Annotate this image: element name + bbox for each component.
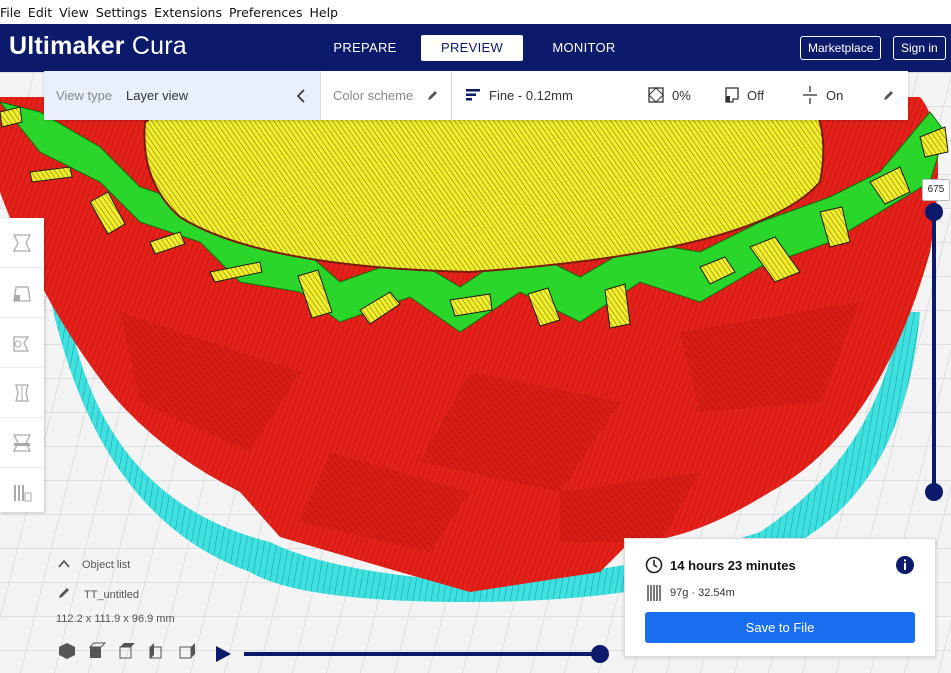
menu-extensions[interactable]: Extensions bbox=[154, 5, 222, 20]
layer-number-input[interactable]: 675 bbox=[922, 179, 950, 201]
color-scheme-button[interactable]: Color scheme bbox=[333, 71, 413, 120]
sign-in-button[interactable]: Sign in bbox=[893, 36, 946, 60]
support-blocker-icon bbox=[14, 484, 32, 501]
view-toolbar: View type Layer view Color scheme Fine -… bbox=[44, 71, 908, 120]
pencil-icon[interactable] bbox=[426, 89, 439, 102]
support-icon bbox=[725, 87, 739, 103]
top-view-icon[interactable] bbox=[118, 642, 136, 660]
mirror-tool-button[interactable] bbox=[0, 368, 44, 418]
menu-bar: File Edit View Settings Extensions Prefe… bbox=[0, 0, 951, 24]
mirror-icon bbox=[15, 383, 29, 402]
object-list-toggle[interactable]: Object list bbox=[82, 559, 130, 571]
app-logo: Ultimaker Cura bbox=[9, 32, 187, 60]
support-value[interactable]: Off bbox=[747, 71, 764, 120]
rotate-tool-button[interactable] bbox=[0, 318, 44, 368]
menu-edit[interactable]: Edit bbox=[28, 5, 52, 20]
pencil-icon[interactable] bbox=[882, 89, 895, 102]
menu-file[interactable]: File bbox=[0, 5, 21, 20]
play-icon[interactable] bbox=[214, 644, 232, 664]
pencil-icon[interactable] bbox=[57, 586, 71, 600]
tab-prepare[interactable]: PREPARE bbox=[322, 35, 408, 61]
infill-value[interactable]: 0% bbox=[672, 71, 691, 120]
tab-preview[interactable]: PREVIEW bbox=[421, 35, 523, 61]
left-view-icon[interactable] bbox=[148, 642, 166, 660]
save-to-file-button[interactable]: Save to File bbox=[645, 612, 915, 643]
menu-settings[interactable]: Settings bbox=[96, 5, 147, 20]
info-icon[interactable] bbox=[895, 555, 915, 575]
right-view-icon[interactable] bbox=[178, 642, 196, 660]
per-model-settings-button[interactable] bbox=[0, 418, 44, 468]
per-model-settings-icon bbox=[12, 433, 32, 452]
profile-value[interactable]: Fine - 0.12mm bbox=[489, 71, 573, 120]
rotate-icon bbox=[13, 335, 30, 352]
infill-icon bbox=[648, 87, 664, 103]
move-icon bbox=[12, 233, 32, 252]
object-dimensions: 112.2 x 111.9 x 96.9 mm bbox=[56, 613, 175, 625]
chevron-left-icon bbox=[296, 89, 305, 103]
view-orientation-group bbox=[58, 642, 196, 660]
print-time: 14 hours 23 minutes bbox=[670, 558, 796, 573]
menu-preferences[interactable]: Preferences bbox=[229, 5, 303, 20]
layers-icon bbox=[466, 89, 480, 101]
menu-help[interactable]: Help bbox=[310, 5, 339, 20]
move-tool-button[interactable] bbox=[0, 218, 44, 268]
print-summary-panel: 14 hours 23 minutes 97g · 32.54m Save to… bbox=[624, 538, 936, 657]
tool-panel bbox=[0, 218, 44, 512]
view-type-value: Layer view bbox=[126, 88, 189, 103]
adhesion-icon bbox=[803, 86, 817, 104]
app-header: Ultimaker Cura PREPARE PREVIEW MONITOR M… bbox=[0, 24, 951, 72]
view-type-label: View type bbox=[56, 88, 113, 103]
menu-view[interactable]: View bbox=[59, 5, 89, 20]
material-usage: 97g · 32.54m bbox=[670, 587, 735, 599]
view-type-selector[interactable]: View type Layer view bbox=[44, 71, 320, 120]
front-view-icon[interactable] bbox=[88, 642, 106, 660]
adhesion-value[interactable]: On bbox=[826, 71, 843, 120]
marketplace-button[interactable]: Marketplace bbox=[800, 36, 882, 60]
scale-tool-button[interactable] bbox=[0, 268, 44, 318]
scale-icon bbox=[13, 285, 31, 302]
support-blocker-button[interactable] bbox=[0, 468, 44, 517]
tab-monitor[interactable]: MONITOR bbox=[541, 35, 627, 61]
3d-view-icon[interactable] bbox=[58, 642, 76, 660]
spool-icon bbox=[647, 585, 661, 601]
object-name[interactable]: TT_untitled bbox=[84, 589, 139, 601]
chevron-up-icon[interactable] bbox=[58, 559, 70, 569]
clock-icon bbox=[645, 556, 663, 574]
